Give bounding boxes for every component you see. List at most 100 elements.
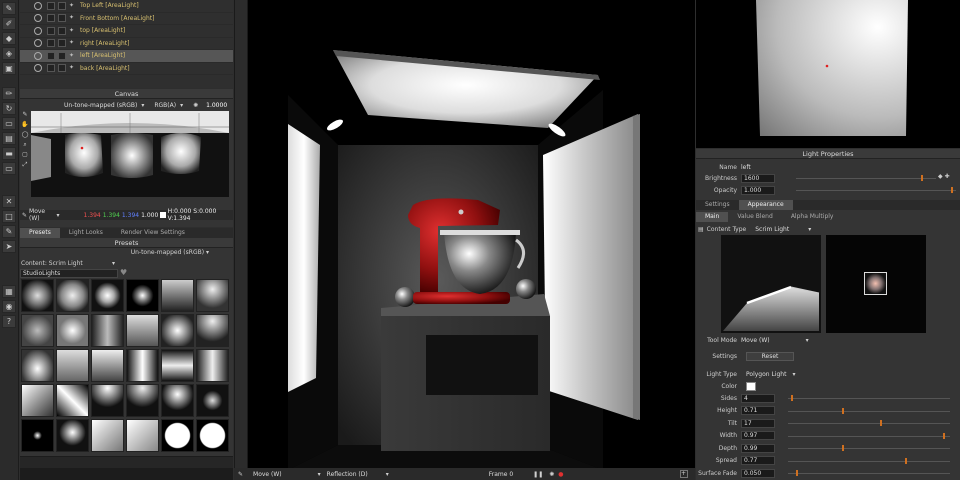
reset-button[interactable]: Reset xyxy=(746,351,794,361)
light-list-row[interactable]: ✦ back [AreaLight] xyxy=(20,63,233,75)
fill-tool-icon[interactable]: ◈ xyxy=(2,47,16,60)
cube-tool-icon[interactable]: ▣ xyxy=(2,62,16,75)
canvas-channel-select[interactable]: RGB(A) xyxy=(154,102,176,109)
solo-toggle[interactable] xyxy=(47,51,55,60)
param-slider-knob[interactable] xyxy=(791,395,794,401)
square-tool-icon[interactable]: □ xyxy=(2,210,16,223)
param-slider-knob[interactable] xyxy=(942,432,945,439)
tool-mode-select[interactable]: Move (W) xyxy=(741,337,770,344)
param-slider-knob[interactable] xyxy=(841,445,844,451)
grid-tool-icon[interactable]: ▦ xyxy=(2,285,16,298)
properties-tab[interactable]: Settings xyxy=(696,200,739,210)
add-icon[interactable]: + xyxy=(679,470,688,478)
solo-toggle[interactable] xyxy=(47,26,55,35)
param-field[interactable]: 0.050 xyxy=(741,468,775,478)
param-field[interactable]: 0.77 xyxy=(741,456,775,465)
presets-tonemap-select[interactable]: Un-tone-mapped (sRGB) xyxy=(131,249,204,256)
brightness-field[interactable]: 1600 xyxy=(741,173,775,183)
light-list-row[interactable]: ✦ left [AreaLight] xyxy=(20,50,233,63)
preset-thumbnail[interactable] xyxy=(91,349,124,382)
presets-folder-select[interactable]: StudioLights xyxy=(23,270,60,277)
pencil-tool-icon[interactable]: ✏ xyxy=(2,87,16,100)
preset-thumbnail[interactable] xyxy=(21,384,54,417)
canvas-tonemap-select[interactable]: Un-tone-mapped (sRGB) xyxy=(64,102,137,109)
lock-toggle[interactable] xyxy=(58,51,66,60)
appearance-subtab[interactable]: Main xyxy=(696,212,729,222)
light-list-row[interactable]: ✦ Front Bottom [AreaLight] xyxy=(20,13,233,25)
globe-tool-icon[interactable]: ◉ xyxy=(2,300,16,313)
brightness-step-icon[interactable]: ◆ ✚ xyxy=(938,173,950,180)
param-field[interactable]: 0.71 xyxy=(741,406,775,415)
shape-editor[interactable] xyxy=(721,235,821,333)
bar-tool-icon[interactable]: ▭ xyxy=(2,162,16,175)
eraser-tool-icon[interactable]: ◆ xyxy=(2,32,16,45)
paint-tool-icon[interactable]: ✐ xyxy=(2,17,16,30)
hand-icon[interactable]: ✋ xyxy=(20,121,30,131)
visibility-eye-icon[interactable] xyxy=(34,51,42,60)
brightness-knob[interactable] xyxy=(921,175,923,181)
opacity-knob[interactable] xyxy=(951,187,953,193)
preset-thumbnail[interactable] xyxy=(196,314,229,347)
param-slider[interactable] xyxy=(788,473,950,474)
slider-tool-icon[interactable]: ▬ xyxy=(2,147,16,160)
properties-tab[interactable]: Appearance xyxy=(738,200,793,210)
lock-toggle[interactable] xyxy=(58,1,66,10)
select-tool-icon[interactable]: ➤ xyxy=(2,240,16,253)
light-preview[interactable] xyxy=(696,0,960,148)
lock-toggle[interactable] xyxy=(58,26,66,35)
param-slider-knob[interactable] xyxy=(904,457,907,464)
preset-thumbnail[interactable] xyxy=(56,314,89,347)
preset-thumbnail[interactable] xyxy=(21,314,54,347)
preset-thumbnail[interactable] xyxy=(91,419,124,452)
solo-toggle[interactable] xyxy=(47,64,55,73)
viewport-reflection-select[interactable]: Reflection (D) xyxy=(327,471,368,478)
color-swatch[interactable] xyxy=(746,381,756,391)
rect-tool-icon[interactable]: ▭ xyxy=(2,117,16,130)
appearance-subtab[interactable]: Value Blend xyxy=(728,212,781,222)
opacity-field[interactable]: 1.000 xyxy=(741,185,775,195)
preset-thumbnail[interactable] xyxy=(21,279,54,312)
preset-thumbnail[interactable] xyxy=(126,279,159,312)
heart-icon[interactable]: ♥ xyxy=(120,268,127,277)
preset-thumbnail[interactable] xyxy=(126,349,159,382)
preset-thumbnail[interactable] xyxy=(161,314,194,347)
fit-icon[interactable]: ⤢ xyxy=(20,161,30,171)
preset-thumbnail[interactable] xyxy=(126,384,159,417)
opacity-slider[interactable] xyxy=(796,190,956,191)
canvas-tool-mode[interactable]: Move (W) xyxy=(29,208,55,222)
preset-thumbnail[interactable] xyxy=(56,419,89,452)
param-slider[interactable] xyxy=(788,423,950,424)
lock-toggle[interactable] xyxy=(58,14,66,23)
visibility-eye-icon[interactable] xyxy=(34,39,42,48)
edit-tool-icon[interactable]: ✎ xyxy=(2,225,16,238)
visibility-eye-icon[interactable] xyxy=(34,64,42,73)
light-list-row[interactable]: ✦ Top Left [AreaLight] xyxy=(20,0,233,13)
pause-icon[interactable]: ❚❚ xyxy=(533,471,543,478)
preset-thumbnail[interactable] xyxy=(91,384,124,417)
preset-thumbnail[interactable] xyxy=(126,419,159,452)
frame-icon[interactable]: ▢ xyxy=(20,151,30,161)
preset-thumbnail[interactable] xyxy=(56,384,89,417)
texture-preview[interactable] xyxy=(826,235,926,333)
appearance-subtab[interactable]: Alpha Multiply xyxy=(782,212,843,222)
preset-thumbnail[interactable] xyxy=(56,349,89,382)
layer-tool-icon[interactable]: ▤ xyxy=(2,132,16,145)
param-slider-knob[interactable] xyxy=(841,407,844,414)
canvas-exposure-value[interactable]: 1.0000 xyxy=(206,102,227,109)
param-field[interactable]: 17 xyxy=(741,418,775,428)
param-slider[interactable] xyxy=(788,398,950,399)
preset-thumbnail[interactable] xyxy=(161,384,194,417)
param-field[interactable]: 0.99 xyxy=(741,443,775,453)
preset-thumbnail[interactable] xyxy=(161,279,194,312)
solo-toggle[interactable] xyxy=(47,39,55,48)
solo-toggle[interactable] xyxy=(47,14,55,23)
presets-content-select[interactable]: Content: Scrim Light xyxy=(21,260,83,267)
light-type-select[interactable]: Polygon Light xyxy=(746,371,786,378)
brush-tool-icon[interactable]: ✎ xyxy=(2,2,16,15)
preset-thumbnail[interactable] xyxy=(161,419,194,452)
pen-icon[interactable]: ✎ xyxy=(20,111,30,121)
preset-thumbnail[interactable] xyxy=(91,314,124,347)
visibility-eye-icon[interactable] xyxy=(34,1,42,10)
preset-thumbnail[interactable] xyxy=(126,314,159,347)
preset-thumbnail[interactable] xyxy=(196,419,229,452)
